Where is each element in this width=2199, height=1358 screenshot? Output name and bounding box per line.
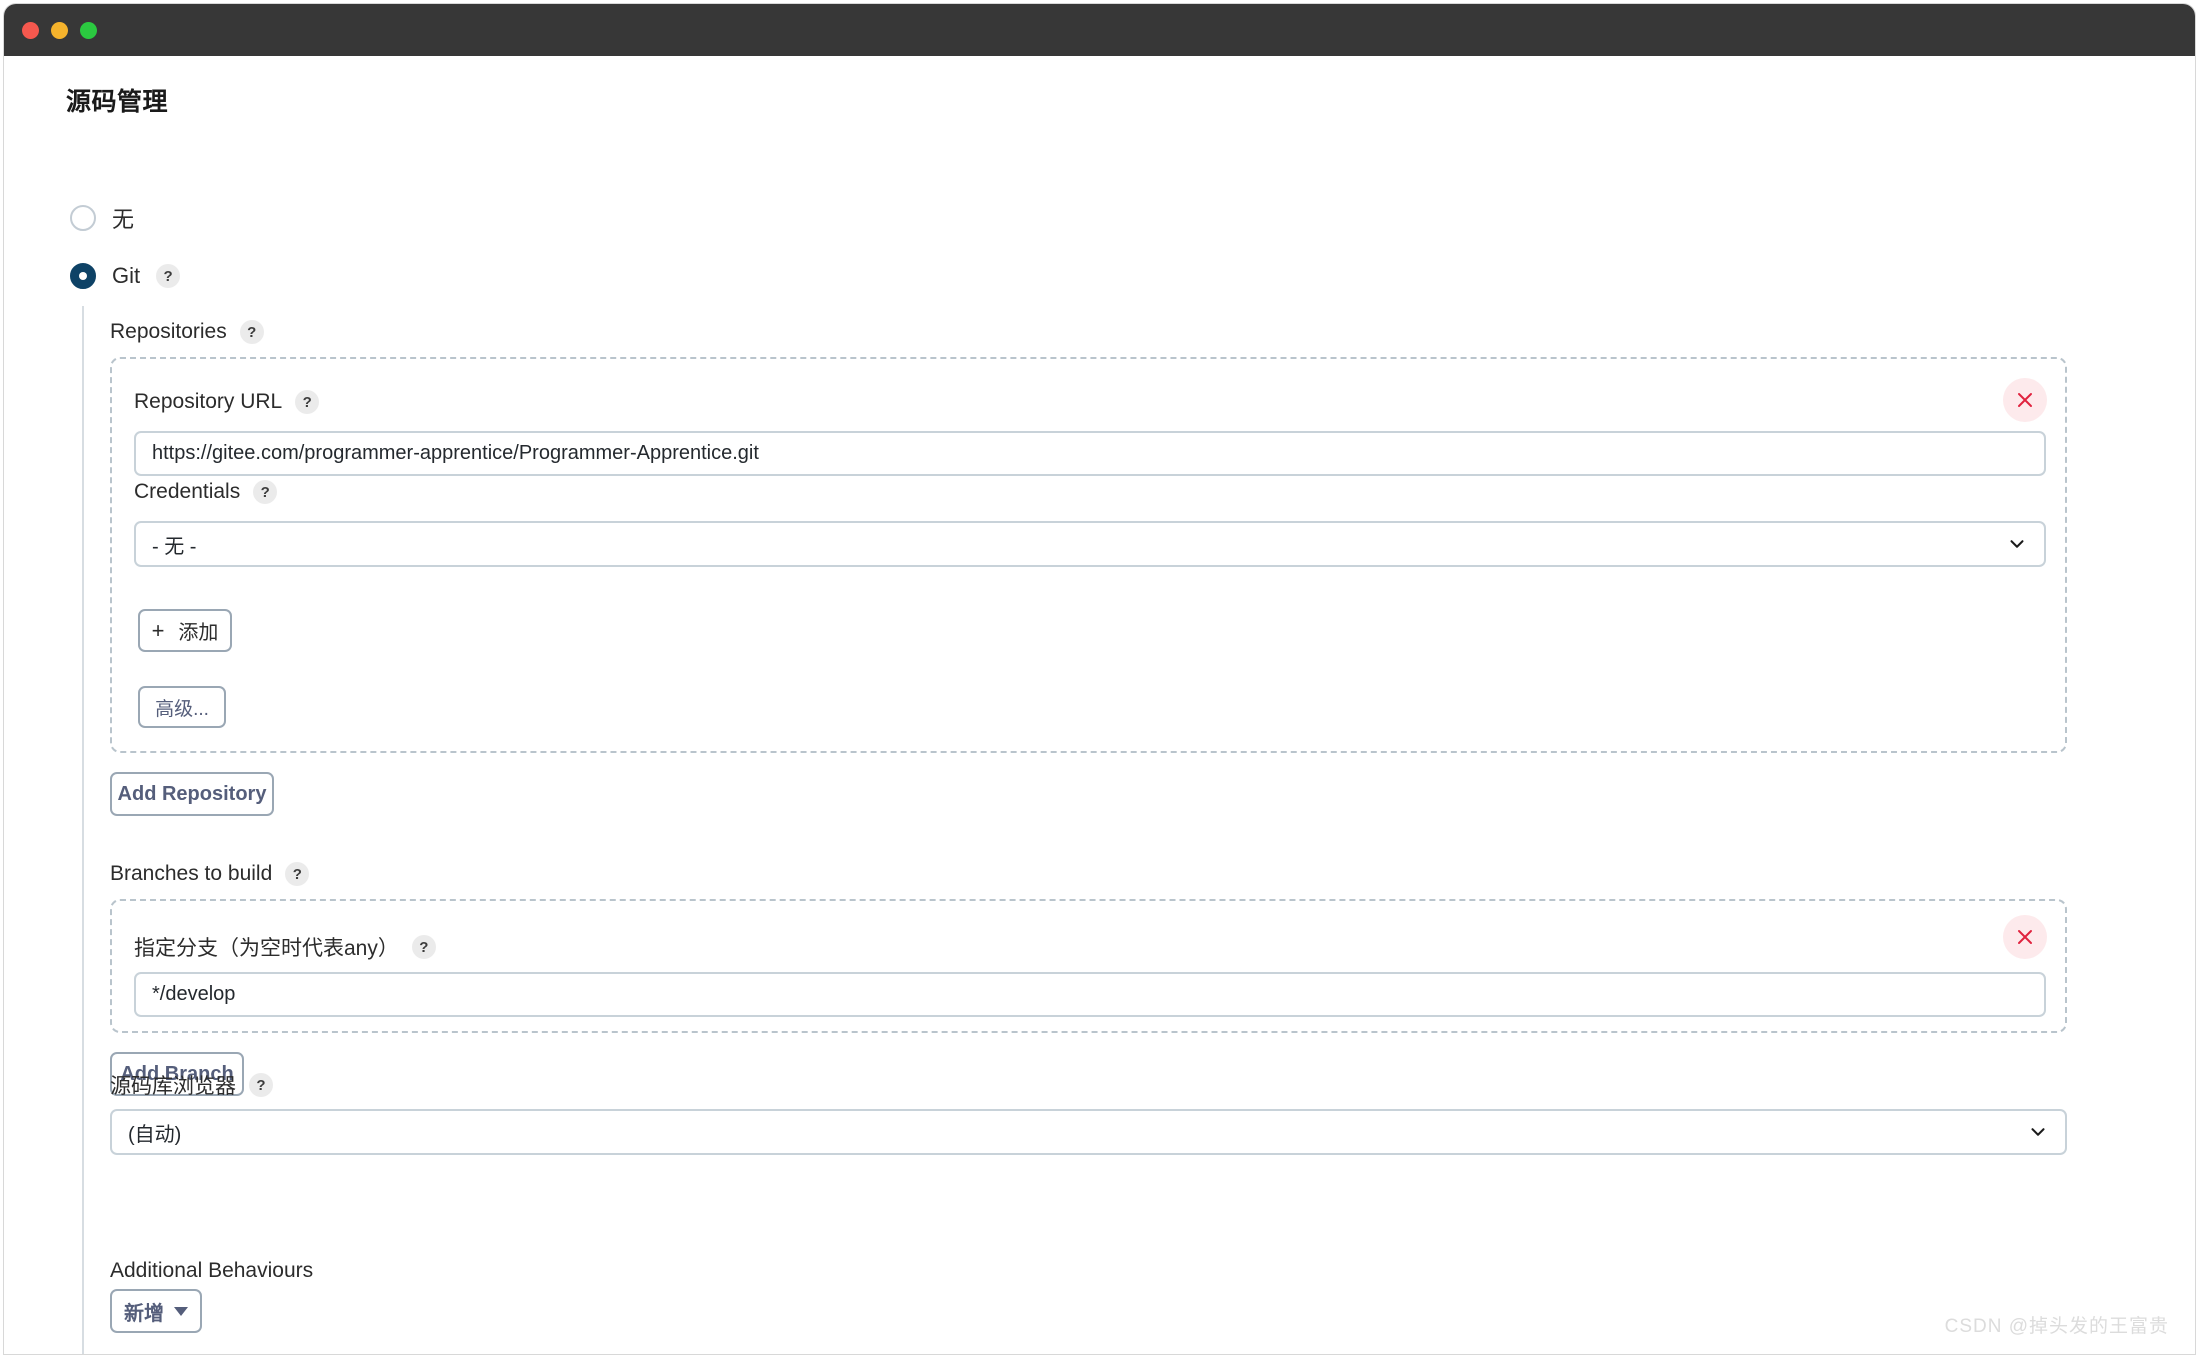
branches-to-build-label: Branches to build [110,862,273,885]
add-credential-button-label: 添加 [178,622,219,644]
credentials-label: Credentials [134,480,241,503]
help-icon-branch-specifier[interactable]: ? [411,935,436,959]
repository-browser-label-group: 源码库浏览器 ? [110,1070,273,1100]
help-icon-credentials[interactable]: ? [253,480,278,504]
repositories-label-group: Repositories ? [110,320,264,344]
help-icon-repositories[interactable]: ? [239,320,264,344]
close-icon [2018,930,2032,944]
scm-option-none[interactable]: 无 [70,202,134,234]
plus-icon: + [151,617,165,643]
repository-url-label-group: Repository URL ? [134,390,320,414]
repository-browser-select-value: (自动) [128,1123,182,1146]
window-titlebar [4,4,2195,56]
delete-repository-button[interactable] [2003,378,2047,422]
advanced-button[interactable]: 高级... [138,686,226,728]
scm-option-git[interactable]: Git ? [70,263,181,289]
close-icon [2018,393,2032,407]
repository-url-input[interactable] [134,431,2046,476]
repository-browser-label: 源码库浏览器 [110,1075,236,1098]
watermark: CSDN @掉头发的王富贵 [1944,1316,2169,1337]
add-behaviour-button-label: 新增 [124,1302,164,1325]
advanced-button-label: 高级... [155,698,209,720]
credentials-select[interactable]: - 无 - [134,521,2046,567]
section-indent-rail [82,306,84,1354]
page-content: 源码管理 无 Git ? Repositories ? Repository U… [4,56,2195,1354]
credentials-select-value: - 无 - [152,535,197,558]
chevron-down-icon [2031,1128,2045,1136]
chevron-down-icon [2010,540,2024,548]
maximize-window-button[interactable] [80,21,97,39]
repository-url-label: Repository URL [134,390,283,413]
scm-option-none-label: 无 [112,207,135,232]
branches-to-build-label-group: Branches to build ? [110,862,310,886]
scm-option-git-label: Git [112,263,141,288]
radio-none[interactable] [70,205,96,231]
delete-branch-button[interactable] [2003,915,2047,959]
repositories-label: Repositories [110,320,227,343]
help-icon-repository-browser[interactable]: ? [249,1073,273,1097]
help-icon-branches[interactable]: ? [285,862,310,886]
repository-browser-select[interactable]: (自动) [110,1109,2067,1155]
branch-specifier-label: 指定分支（为空时代表any） [134,937,399,960]
credentials-label-group: Credentials ? [134,480,278,504]
close-window-button[interactable] [22,21,39,39]
caret-down-icon [174,1306,188,1316]
additional-behaviours-label-text: Additional Behaviours [110,1259,314,1282]
minimize-window-button[interactable] [51,21,68,39]
app-window: 源码管理 无 Git ? Repositories ? Repository U… [4,4,2195,1354]
add-credential-button[interactable]: + 添加 [138,609,232,652]
additional-behaviours-label: Additional Behaviours [110,1259,313,1283]
branch-specifier-label-group: 指定分支（为空时代表any） ? [134,932,436,962]
page-title: 源码管理 [66,88,169,116]
add-behaviour-button[interactable]: 新增 [110,1289,202,1333]
add-repository-button-label: Add Repository [117,782,267,805]
help-icon-repository-url[interactable]: ? [295,390,320,414]
add-repository-button[interactable]: Add Repository [110,772,274,816]
window-controls [22,4,97,56]
help-icon-git[interactable]: ? [156,264,181,288]
branch-specifier-input[interactable] [134,972,2046,1017]
radio-git[interactable] [70,263,96,289]
